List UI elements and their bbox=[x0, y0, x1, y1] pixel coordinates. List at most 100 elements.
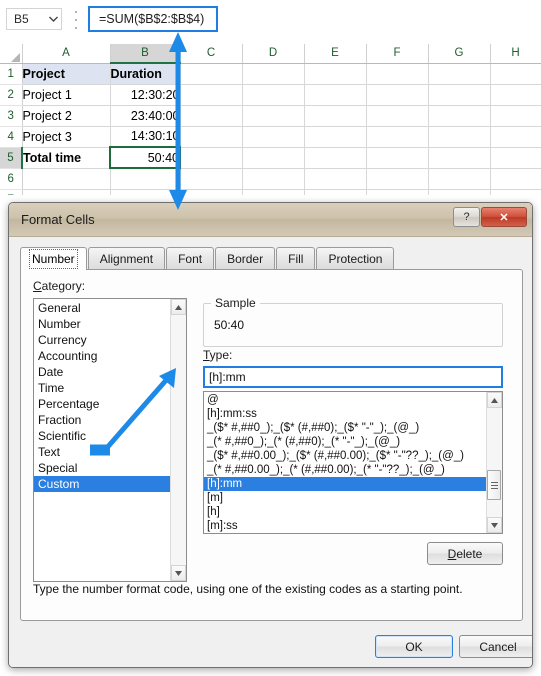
row-header-3[interactable]: 3 bbox=[0, 105, 23, 127]
category-item-fraction[interactable]: Fraction bbox=[34, 412, 170, 428]
cell-a7[interactable] bbox=[22, 189, 111, 195]
cell-f5[interactable] bbox=[366, 147, 429, 169]
cell-d6[interactable] bbox=[242, 168, 305, 190]
scroll-up-icon[interactable] bbox=[171, 299, 186, 315]
cell-c7[interactable] bbox=[180, 189, 243, 195]
type-option-h[interactable]: [h] bbox=[204, 505, 486, 519]
close-icon[interactable]: ✕ bbox=[481, 207, 527, 227]
cell-e2[interactable] bbox=[304, 84, 367, 106]
category-item-special[interactable]: Special bbox=[34, 460, 170, 476]
cell-g1[interactable] bbox=[428, 63, 491, 85]
chevron-down-icon[interactable] bbox=[45, 16, 61, 22]
type-input[interactable]: [h]:mm bbox=[203, 366, 503, 388]
type-option-accounting-1[interactable]: _($* #,##0_);_($* (#,##0);_($* "-"_);_(@… bbox=[204, 421, 486, 435]
cell-h4[interactable] bbox=[490, 126, 541, 148]
cell-h3[interactable] bbox=[490, 105, 541, 127]
tab-border[interactable]: Border bbox=[215, 247, 276, 270]
cell-f7[interactable] bbox=[366, 189, 429, 195]
type-option-text[interactable]: @ bbox=[204, 393, 486, 407]
cell-d7[interactable] bbox=[242, 189, 305, 195]
cell-e7[interactable] bbox=[304, 189, 367, 195]
cell-g5[interactable] bbox=[428, 147, 491, 169]
cell-g3[interactable] bbox=[428, 105, 491, 127]
scroll-up-icon[interactable] bbox=[487, 392, 502, 408]
cancel-button[interactable]: Cancel bbox=[459, 635, 532, 658]
column-header-g[interactable]: G bbox=[428, 44, 491, 64]
cell-a3[interactable]: Project 2 bbox=[22, 105, 111, 127]
cell-d4[interactable] bbox=[242, 126, 305, 148]
column-header-e[interactable]: E bbox=[304, 44, 367, 64]
dialog-title-bar[interactable]: Format Cells ? ✕ bbox=[9, 203, 532, 237]
cell-e5[interactable] bbox=[304, 147, 367, 169]
cell-a1[interactable]: Project bbox=[22, 63, 111, 85]
scroll-down-icon[interactable] bbox=[487, 517, 502, 533]
tab-alignment[interactable]: Alignment bbox=[87, 247, 166, 270]
type-option-hmm[interactable]: [h]:mm bbox=[204, 477, 486, 491]
category-item-custom[interactable]: Custom bbox=[34, 476, 170, 492]
category-scrollbar[interactable] bbox=[170, 299, 186, 581]
cell-b1[interactable]: Duration bbox=[110, 63, 181, 85]
cell-c2[interactable] bbox=[180, 84, 243, 106]
cell-c4[interactable] bbox=[180, 126, 243, 148]
cell-g7[interactable] bbox=[428, 189, 491, 195]
row-header-4[interactable]: 4 bbox=[0, 126, 23, 148]
type-scroll-track[interactable] bbox=[487, 408, 502, 517]
type-scroll-thumb[interactable] bbox=[487, 470, 501, 500]
delete-button[interactable]: Delete bbox=[427, 542, 503, 565]
cell-d1[interactable] bbox=[242, 63, 305, 85]
tab-font[interactable]: Font bbox=[166, 247, 215, 270]
row-header-5[interactable]: 5 bbox=[0, 147, 23, 169]
cell-g6[interactable] bbox=[428, 168, 491, 190]
cell-c5[interactable] bbox=[180, 147, 243, 169]
cell-a4[interactable]: Project 3 bbox=[22, 126, 111, 148]
cell-c3[interactable] bbox=[180, 105, 243, 127]
type-option-accounting-2[interactable]: _(* #,##0_);_(* (#,##0);_(* "-"_);_(@_) bbox=[204, 435, 486, 449]
cell-a5[interactable]: Total time bbox=[22, 147, 111, 169]
scroll-down-icon[interactable] bbox=[171, 565, 186, 581]
cell-b2[interactable]: 12:30:20 bbox=[110, 84, 181, 106]
cell-h7[interactable] bbox=[490, 189, 541, 195]
type-option-hmmss[interactable]: [h]:mm:ss bbox=[204, 407, 486, 421]
cell-b6[interactable] bbox=[110, 168, 181, 190]
cell-g4[interactable] bbox=[428, 126, 491, 148]
row-header-7[interactable]: 7 bbox=[0, 189, 23, 195]
type-option-accounting-3[interactable]: _($* #,##0.00_);_($* (#,##0.00);_($* "-"… bbox=[204, 449, 486, 463]
cell-h2[interactable] bbox=[490, 84, 541, 106]
type-option-m[interactable]: [m] bbox=[204, 491, 486, 505]
cell-b7[interactable] bbox=[110, 189, 181, 195]
cell-b3[interactable]: 23:40:00 bbox=[110, 105, 181, 127]
category-item-text[interactable]: Text bbox=[34, 444, 170, 460]
row-header-1[interactable]: 1 bbox=[0, 63, 23, 85]
tab-fill[interactable]: Fill bbox=[276, 247, 316, 270]
tab-number[interactable]: Number bbox=[20, 247, 87, 270]
cell-a6[interactable] bbox=[22, 168, 111, 190]
cell-f6[interactable] bbox=[366, 168, 429, 190]
select-all-corner[interactable] bbox=[0, 44, 23, 64]
column-header-b[interactable]: B bbox=[110, 44, 181, 64]
cell-e1[interactable] bbox=[304, 63, 367, 85]
tab-protection[interactable]: Protection bbox=[316, 247, 395, 270]
cell-h6[interactable] bbox=[490, 168, 541, 190]
category-item-time[interactable]: Time bbox=[34, 380, 170, 396]
cell-h5[interactable] bbox=[490, 147, 541, 169]
cell-e3[interactable] bbox=[304, 105, 367, 127]
row-header-6[interactable]: 6 bbox=[0, 168, 23, 190]
cell-e6[interactable] bbox=[304, 168, 367, 190]
cell-c1[interactable] bbox=[180, 63, 243, 85]
cell-d2[interactable] bbox=[242, 84, 305, 106]
category-item-scientific[interactable]: Scientific bbox=[34, 428, 170, 444]
column-header-h[interactable]: H bbox=[490, 44, 541, 64]
column-header-a[interactable]: A bbox=[22, 44, 111, 64]
type-scrollbar[interactable] bbox=[486, 392, 502, 533]
category-item-accounting[interactable]: Accounting bbox=[34, 348, 170, 364]
cell-h1[interactable] bbox=[490, 63, 541, 85]
column-header-f[interactable]: F bbox=[366, 44, 429, 64]
cell-b5-selected[interactable]: 50:40 bbox=[109, 146, 181, 169]
cell-d3[interactable] bbox=[242, 105, 305, 127]
category-listbox[interactable]: General Number Currency Accounting Date … bbox=[33, 298, 187, 582]
category-scroll-track[interactable] bbox=[171, 315, 186, 565]
formula-bar-input[interactable]: =SUM($B$2:$B$4) bbox=[88, 6, 218, 32]
cell-f1[interactable] bbox=[366, 63, 429, 85]
cell-e4[interactable] bbox=[304, 126, 367, 148]
ok-button[interactable]: OK bbox=[375, 635, 453, 658]
